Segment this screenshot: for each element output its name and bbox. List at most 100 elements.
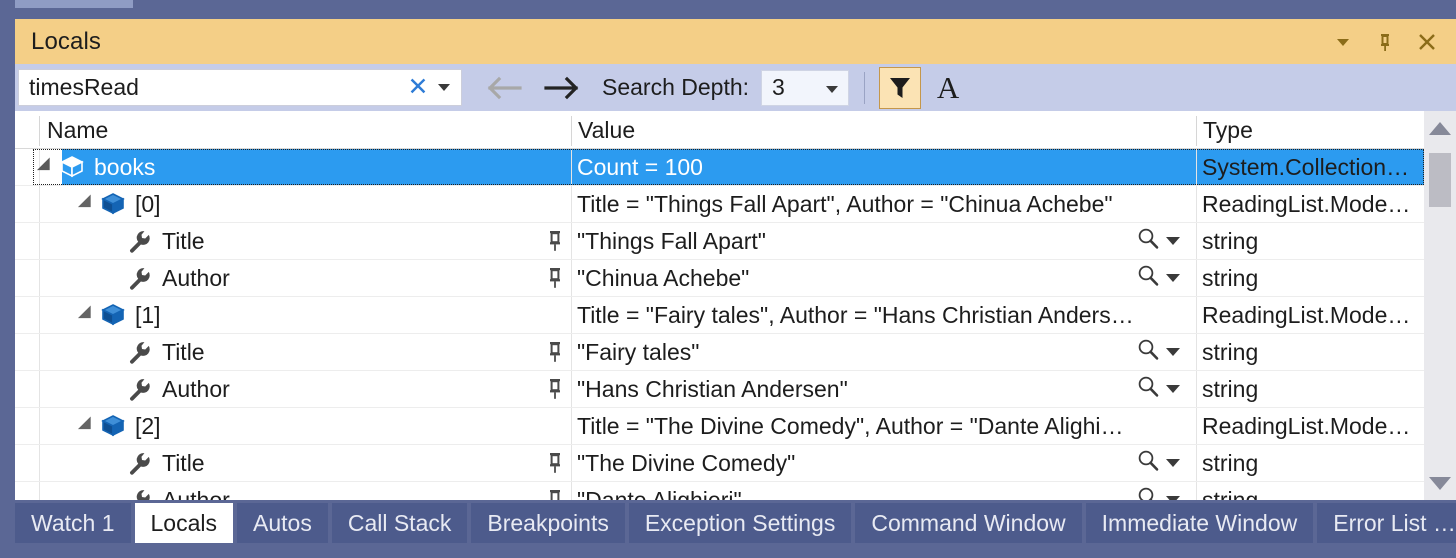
visualizer-chevron-down-icon[interactable]	[1166, 274, 1180, 282]
search-depth-select[interactable]: 3	[761, 69, 850, 106]
search-previous-button[interactable]	[484, 75, 524, 101]
chevron-down-icon[interactable]	[1330, 29, 1356, 55]
table-row[interactable]: books Count = 100 System.Collection…	[15, 149, 1456, 186]
cell-value[interactable]: Title = "Fairy tales", Author = "Hans Ch…	[572, 297, 1197, 333]
cell-name[interactable]: Author	[15, 482, 572, 500]
cell-name[interactable]: [1]	[15, 297, 572, 333]
pin-icon[interactable]	[543, 260, 567, 296]
search-next-button[interactable]	[542, 75, 582, 101]
text-visualizer-control[interactable]	[1135, 334, 1180, 370]
visualizer-chevron-down-icon[interactable]	[1166, 459, 1180, 467]
cube-icon	[100, 302, 126, 328]
magnifier-icon[interactable]	[1135, 374, 1161, 405]
table-row[interactable]: [0] Title = "Things Fall Apart", Author =…	[15, 186, 1456, 223]
cell-value[interactable]: "Dante Alighieri"	[572, 482, 1197, 501]
table-row[interactable]: Author "Chinua Achebe" string	[15, 260, 1456, 297]
pin-icon[interactable]	[543, 482, 567, 500]
pin-icon[interactable]	[1372, 29, 1398, 55]
table-row[interactable]: [1] Title = "Fairy tales", Author = "Hans…	[15, 297, 1456, 334]
pin-icon[interactable]	[543, 334, 567, 370]
visualizer-chevron-down-icon[interactable]	[1166, 496, 1180, 500]
column-header-value[interactable]: Value	[578, 111, 635, 149]
tab-command-window[interactable]: Command Window	[855, 503, 1082, 543]
tab-error-list[interactable]: Error List …	[1317, 503, 1456, 543]
scroll-up-arrow-icon[interactable]	[1424, 111, 1456, 145]
scroll-down-arrow-icon[interactable]	[1424, 466, 1456, 500]
close-icon[interactable]	[1414, 29, 1440, 55]
column-header-name[interactable]: Name	[47, 111, 108, 149]
toolbar-separator	[864, 71, 866, 104]
text-visualizer-control[interactable]	[1135, 482, 1180, 500]
table-row[interactable]: Author "Dante Alighieri" string	[15, 482, 1456, 500]
cube-icon	[100, 191, 126, 217]
tab-breakpoints[interactable]: Breakpoints	[471, 503, 625, 543]
pin-icon[interactable]	[543, 445, 567, 481]
scrollbar-thumb[interactable]	[1429, 153, 1451, 207]
cell-name-label: [1]	[135, 301, 161, 328]
pin-icon[interactable]	[543, 371, 567, 407]
expander-triangle-icon[interactable]	[77, 416, 98, 436]
text-visualizer-control[interactable]	[1135, 260, 1180, 296]
cell-name[interactable]: Author	[15, 260, 572, 296]
text-visualizer-control[interactable]	[1135, 223, 1180, 259]
tab-call-stack[interactable]: Call Stack	[331, 503, 468, 543]
funnel-icon[interactable]	[879, 66, 922, 109]
expander-triangle-icon[interactable]	[77, 194, 98, 214]
cell-name[interactable]: [2]	[15, 408, 572, 444]
search-box[interactable]: ✕	[18, 69, 462, 106]
cell-name[interactable]: Title	[15, 334, 572, 370]
visualizer-chevron-down-icon[interactable]	[1166, 385, 1180, 393]
tab-autos[interactable]: Autos	[237, 503, 328, 543]
expander-triangle-icon[interactable]	[36, 157, 57, 177]
cell-value[interactable]: "Chinua Achebe"	[572, 260, 1197, 296]
cell-value[interactable]: "Hans Christian Andersen"	[572, 371, 1197, 407]
magnifier-icon[interactable]	[1135, 263, 1161, 294]
cell-name[interactable]: Title	[15, 223, 572, 259]
cell-name[interactable]: [0]	[15, 186, 572, 222]
cell-value[interactable]: "Things Fall Apart"	[572, 223, 1197, 259]
tab-immediate-window[interactable]: Immediate Window	[1085, 503, 1314, 543]
tab-watch-1[interactable]: Watch 1	[15, 503, 131, 543]
search-options-chevron-icon[interactable]	[433, 70, 461, 105]
cell-name[interactable]: Title	[15, 445, 572, 481]
visualizer-chevron-down-icon[interactable]	[1166, 348, 1180, 356]
vertical-scrollbar[interactable]	[1424, 111, 1456, 500]
text-visualizer-control[interactable]	[1135, 445, 1180, 481]
cell-value-label: "Fairy tales"	[577, 338, 700, 365]
cell-value-label: "Hans Christian Andersen"	[577, 375, 848, 402]
clear-search-icon[interactable]: ✕	[403, 70, 433, 105]
magnifier-icon[interactable]	[1135, 485, 1161, 500]
table-row[interactable]: [2] Title = "The Divine Comedy", Author =…	[15, 408, 1456, 445]
table-row[interactable]: Title "Things Fall Apart" string	[15, 223, 1456, 260]
magnifier-icon[interactable]	[1135, 226, 1161, 257]
cell-type-label: System.Collection…	[1202, 153, 1410, 180]
cell-value-label: Count = 100	[577, 153, 703, 180]
cell-name-label: Author	[162, 375, 230, 402]
magnifier-icon[interactable]	[1135, 337, 1161, 368]
text-visualizer-control[interactable]	[1135, 371, 1180, 407]
cell-value[interactable]: "The Divine Comedy"	[572, 445, 1197, 481]
cell-name[interactable]: Author	[15, 371, 572, 407]
table-row[interactable]: Title "The Divine Comedy" string	[15, 445, 1456, 482]
tab-locals[interactable]: Locals	[134, 503, 233, 543]
text-format-button[interactable]: A	[931, 68, 965, 108]
table-row[interactable]: Title "Fairy tales" string	[15, 334, 1456, 371]
cell-name[interactable]: books	[15, 149, 572, 185]
variables-grid: Name Value Type books Count = 100 System.C…	[15, 111, 1456, 500]
cell-value[interactable]: "Fairy tales"	[572, 334, 1197, 370]
cell-value[interactable]: Count = 100	[572, 149, 1197, 185]
column-header-type[interactable]: Type	[1203, 111, 1253, 149]
magnifier-icon[interactable]	[1135, 448, 1161, 479]
cell-type-label: string	[1202, 486, 1259, 501]
cell-name-label: books	[94, 153, 156, 180]
cell-value[interactable]: Title = "The Divine Comedy", Author = "D…	[572, 408, 1197, 444]
search-input[interactable]	[19, 70, 403, 105]
expander-triangle-icon[interactable]	[77, 305, 98, 325]
pin-icon[interactable]	[543, 223, 567, 259]
tab-exception-settings[interactable]: Exception Settings	[628, 503, 852, 543]
adjacent-tab-sliver	[15, 0, 133, 8]
grid-header-row: Name Value Type	[15, 111, 1456, 149]
table-row[interactable]: Author "Hans Christian Andersen" string	[15, 371, 1456, 408]
visualizer-chevron-down-icon[interactable]	[1166, 237, 1180, 245]
cell-value[interactable]: Title = "Things Fall Apart", Author = "C…	[572, 186, 1197, 222]
